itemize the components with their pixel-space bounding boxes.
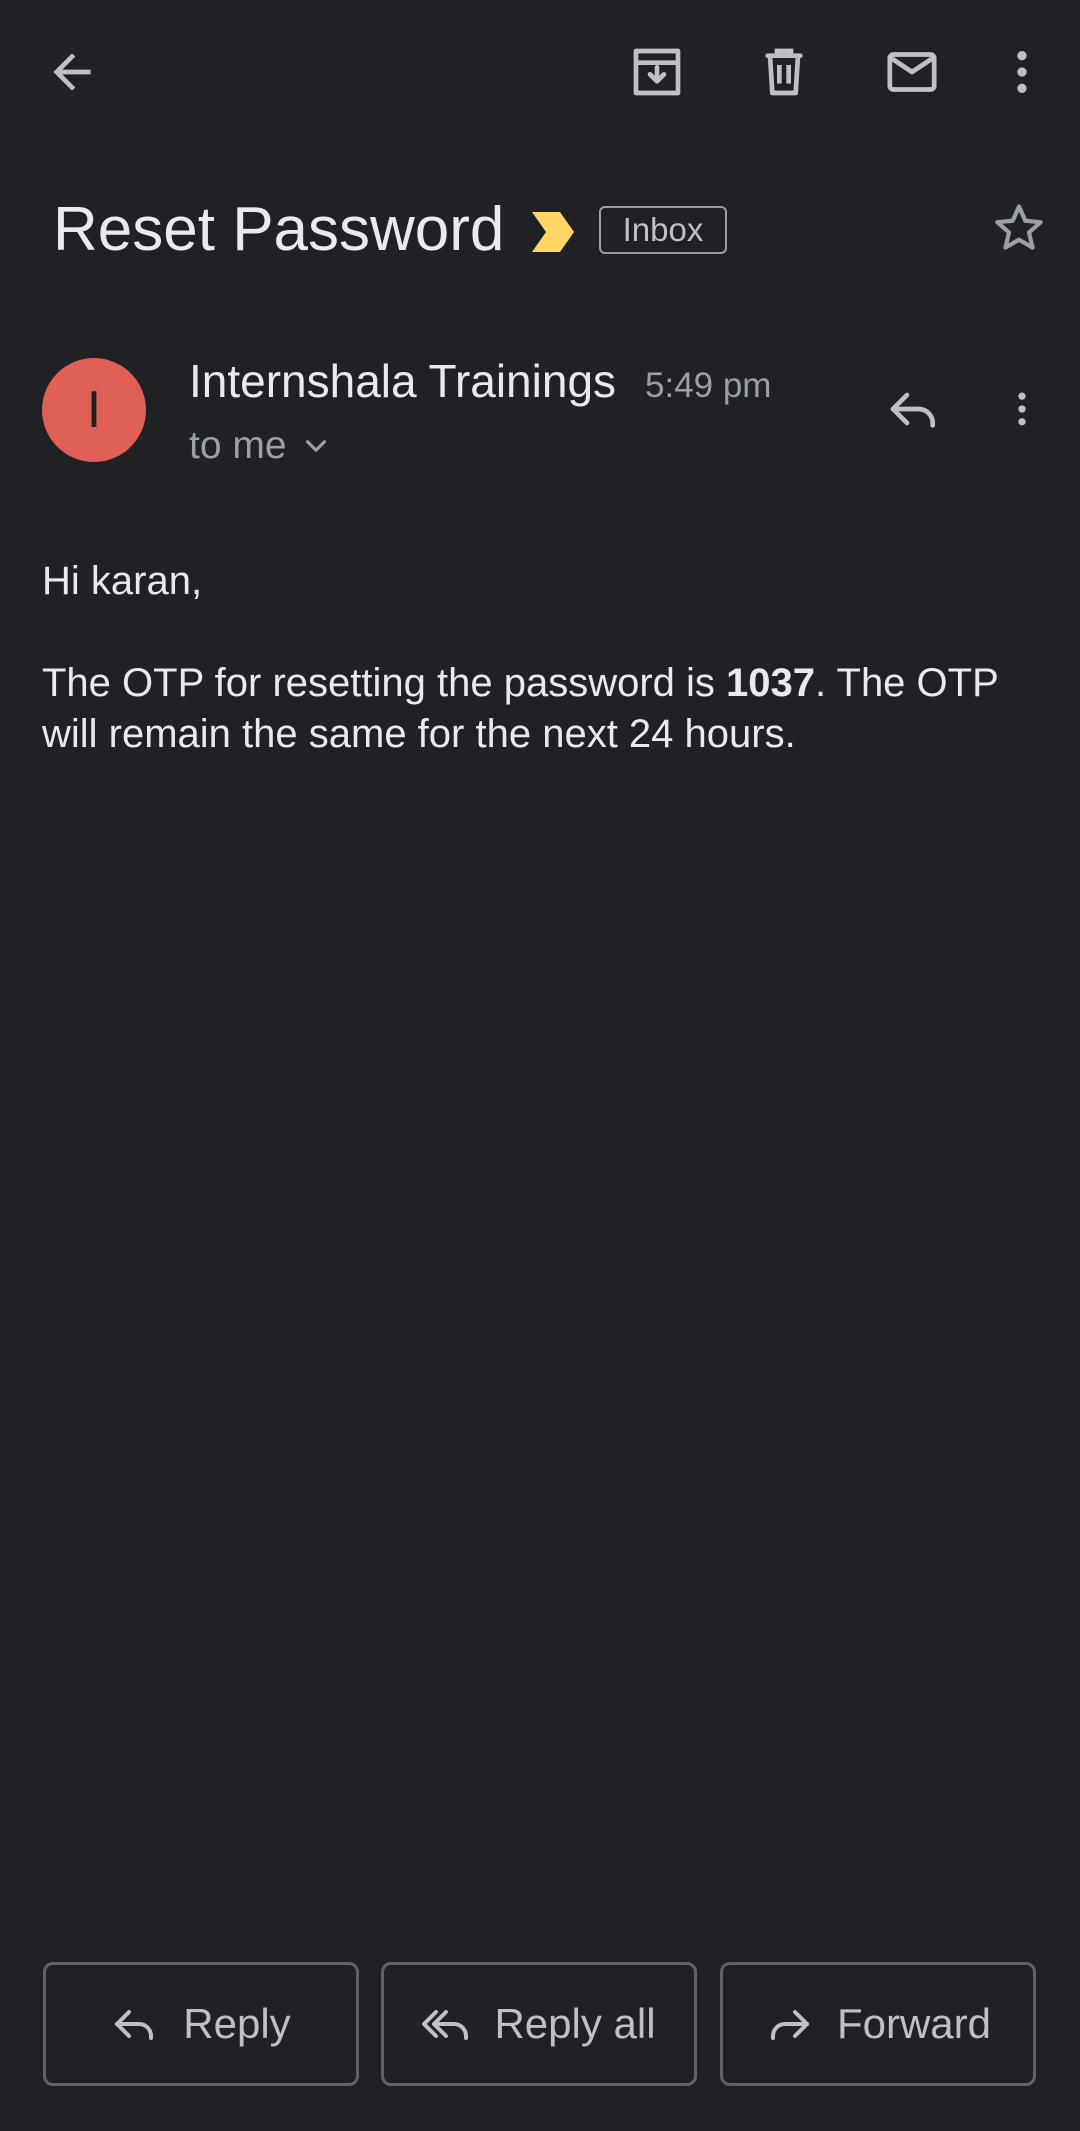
top-toolbar bbox=[0, 0, 1080, 145]
back-button[interactable] bbox=[36, 36, 108, 108]
more-vert-icon bbox=[1018, 392, 1026, 426]
email-greeting: Hi karan, bbox=[42, 559, 203, 603]
email-body: Hi karan, The OTP for resetting the pass… bbox=[42, 556, 1042, 811]
star-outline-icon bbox=[995, 204, 1043, 250]
email-time: 5:49 pm bbox=[645, 366, 772, 405]
trash-icon bbox=[765, 48, 803, 96]
label-chip-inbox[interactable]: Inbox bbox=[599, 206, 727, 254]
forward-button-label: Forward bbox=[836, 2000, 992, 2047]
forward-icon bbox=[770, 2010, 809, 2040]
more-vert-icon bbox=[1017, 51, 1027, 93]
reply-icon bbox=[115, 2010, 154, 2040]
reply-icon-button[interactable] bbox=[880, 375, 948, 443]
forward-button[interactable]: Forward bbox=[720, 1962, 1036, 2086]
sender-row: I Internshala Trainings 5:49 pm to me bbox=[0, 345, 1080, 475]
archive-button[interactable] bbox=[621, 36, 693, 108]
delete-button[interactable] bbox=[748, 36, 820, 108]
importance-marker-icon[interactable] bbox=[530, 210, 576, 254]
chevron-down-icon bbox=[305, 440, 326, 452]
reply-icon bbox=[890, 392, 935, 428]
otp-code: 1037 bbox=[726, 661, 815, 705]
avatar[interactable]: I bbox=[42, 358, 146, 462]
reply-all-button-label: Reply all bbox=[494, 2000, 656, 2047]
recipient-label: to me bbox=[189, 424, 287, 467]
reply-all-icon bbox=[422, 2010, 469, 2040]
reply-button-label: Reply bbox=[183, 2000, 291, 2047]
sender-name[interactable]: Internshala Trainings bbox=[189, 353, 616, 409]
subject-row: Reset Password Inbox bbox=[0, 180, 1080, 280]
star-button[interactable] bbox=[985, 194, 1053, 262]
message-prefix: The OTP for resetting the password is bbox=[42, 661, 727, 705]
message-more-button[interactable] bbox=[1000, 375, 1044, 443]
mail-icon bbox=[887, 52, 937, 92]
reply-button[interactable]: Reply bbox=[43, 1962, 359, 2086]
arrow-back-icon bbox=[53, 53, 91, 91]
recipient-details-toggle[interactable]: to me bbox=[189, 422, 333, 470]
reply-all-button[interactable]: Reply all bbox=[381, 1962, 697, 2086]
email-subject: Reset Password bbox=[53, 195, 505, 264]
more-options-button[interactable] bbox=[986, 36, 1058, 108]
archive-icon bbox=[633, 48, 681, 96]
email-message: The OTP for resetting the password is 10… bbox=[42, 658, 1042, 760]
mark-unread-button[interactable] bbox=[876, 36, 948, 108]
